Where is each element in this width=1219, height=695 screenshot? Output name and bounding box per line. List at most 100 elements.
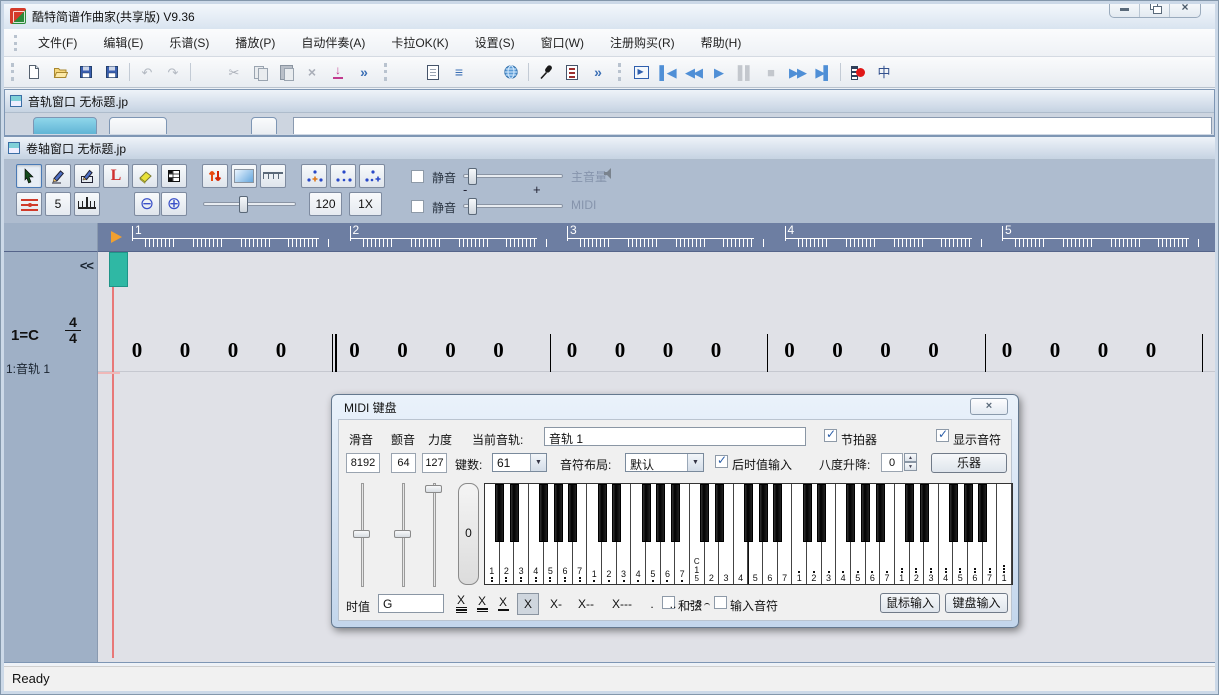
menu-item-6[interactable]: 设置(S) (462, 30, 528, 55)
track-bars-button[interactable] (395, 60, 419, 84)
octave-spin-down-icon[interactable]: ▼ (904, 462, 917, 471)
rest-note[interactable]: 0 (177, 338, 193, 363)
slide-thumb[interactable] (353, 530, 370, 538)
play-button[interactable]: ▶ (707, 60, 731, 84)
velocity-value-box[interactable]: 127 (422, 453, 447, 473)
lyric-tool-button[interactable]: L (103, 164, 129, 188)
rest-note[interactable]: 0 (830, 338, 846, 363)
zoom-out-button[interactable]: ⊖ (134, 192, 160, 216)
note-layout-dropdown[interactable]: 默认 ▼ (625, 453, 704, 472)
black-key[interactable] (964, 484, 973, 542)
ruler[interactable]: 12345 (98, 223, 1216, 252)
rest-note[interactable]: 0 (1047, 338, 1063, 363)
duration-button-4[interactable]: X- (546, 593, 566, 615)
duration-button-6[interactable]: X--- (606, 593, 638, 615)
mixer-button[interactable] (629, 60, 653, 84)
rest-note[interactable]: 0 (782, 338, 798, 363)
duration-button-3[interactable]: X (517, 593, 539, 615)
keyboard-input-button[interactable]: 键盘输入 (945, 593, 1008, 613)
duration-button-9[interactable]: 3 (687, 593, 711, 615)
mute-midi-checkbox[interactable] (411, 200, 424, 213)
score-measure-2[interactable]: 0000 (351, 338, 569, 378)
mic-button[interactable] (534, 60, 558, 84)
duration-button-8[interactable]: .. (666, 593, 680, 615)
slide-slider[interactable] (353, 483, 371, 587)
loop-button[interactable]: 中 (872, 60, 896, 84)
black-key[interactable] (642, 484, 651, 542)
cut-button[interactable]: ✂ (222, 60, 246, 84)
position-cursor[interactable] (109, 252, 128, 287)
black-key[interactable] (656, 484, 665, 542)
dots-plus-orange-button[interactable] (301, 164, 327, 188)
midi-volume-slider[interactable] (463, 204, 563, 208)
collapse-panel-button[interactable]: << (80, 258, 93, 273)
rest-note[interactable]: 0 (273, 338, 289, 363)
updown-arrows-button[interactable] (202, 164, 228, 188)
pointer-tool-button[interactable] (16, 164, 42, 188)
rewind-button[interactable]: ◀◀ (681, 60, 705, 84)
black-key[interactable] (773, 484, 782, 542)
overflow-button[interactable]: » (352, 60, 376, 84)
vibrato-slider[interactable] (394, 483, 412, 587)
menu-item-8[interactable]: 注册购买(R) (597, 30, 688, 55)
ffwd-button[interactable]: ▶▶ (785, 60, 809, 84)
piano-ruler-button[interactable] (473, 60, 497, 84)
menu-item-2[interactable]: 乐谱(S) (156, 30, 222, 55)
duration-button-1[interactable]: X (475, 593, 489, 615)
dots-blue-button[interactable] (330, 164, 356, 188)
track-button-stub2[interactable] (109, 117, 167, 134)
duration-button-0[interactable]: X (454, 593, 468, 615)
doc-button[interactable] (421, 60, 445, 84)
octave-shift-value[interactable]: 0 (881, 453, 903, 472)
black-key[interactable] (817, 484, 826, 542)
slide-value-box[interactable]: 8192 (346, 453, 380, 473)
black-key[interactable] (700, 484, 709, 542)
menu-item-4[interactable]: 自动伴奏(A) (288, 30, 378, 55)
vibrato-thumb[interactable] (394, 530, 411, 538)
menu-item-1[interactable]: 编辑(E) (90, 30, 156, 55)
duration-button-2[interactable]: X (496, 593, 510, 615)
record-button[interactable] (846, 60, 870, 84)
show-notes-checkbox[interactable] (936, 429, 949, 442)
playhead-marker[interactable] (111, 231, 122, 243)
black-key[interactable] (554, 484, 563, 542)
lines-button[interactable]: ≡ (447, 60, 471, 84)
grid-size-box[interactable]: 5 (45, 192, 71, 216)
black-key[interactable] (495, 484, 504, 542)
ruler-measure-4[interactable]: 4 (785, 223, 1003, 251)
speed-box[interactable]: 1X (349, 192, 382, 216)
menu-item-5[interactable]: 卡拉OK(K) (378, 30, 461, 55)
rest-note[interactable]: 0 (564, 338, 580, 363)
delete-button[interactable]: × (300, 60, 324, 84)
main-volume-thumb[interactable] (468, 168, 477, 185)
menu-item-7[interactable]: 窗口(W) (528, 30, 597, 55)
tempo-box[interactable]: 120 (309, 192, 342, 216)
ruler-measure-5[interactable]: 5 (1002, 223, 1219, 251)
black-key[interactable] (568, 484, 577, 542)
stop-button[interactable]: ■ (759, 60, 783, 84)
score-measure-5[interactable]: 0000 (1003, 338, 1216, 378)
pencil-select-tool-button[interactable] (74, 164, 100, 188)
globe-button[interactable] (499, 60, 523, 84)
rest-note[interactable]: 0 (999, 338, 1015, 363)
rest-note[interactable]: 0 (878, 338, 894, 363)
tick-ruler-button[interactable] (74, 192, 100, 216)
vibrato-value-box[interactable]: 64 (391, 453, 416, 473)
rest-note[interactable]: 0 (1143, 338, 1159, 363)
rest-note[interactable]: 0 (491, 338, 507, 363)
zoom-slider[interactable] (203, 202, 296, 206)
minimize-button[interactable] (1110, 0, 1140, 17)
rest-note[interactable]: 0 (1095, 338, 1111, 363)
rest-note[interactable]: 0 (347, 338, 363, 363)
piano-keyboard[interactable]: 12345671234567C15234567123456712345671 (484, 483, 1013, 585)
menu-item-0[interactable]: 文件(F) (25, 30, 90, 55)
black-key[interactable] (861, 484, 870, 542)
black-key[interactable] (598, 484, 607, 542)
mouse-input-button[interactable]: 鼠标输入 (880, 593, 940, 613)
rest-note[interactable]: 0 (225, 338, 241, 363)
input-notes-checkbox[interactable] (714, 596, 727, 609)
mute-main-checkbox[interactable] (411, 170, 424, 183)
black-key[interactable] (715, 484, 724, 542)
white-key-36[interactable]: 1 (997, 484, 1012, 584)
layout-dropdown-arrow-icon[interactable]: ▼ (687, 454, 703, 471)
